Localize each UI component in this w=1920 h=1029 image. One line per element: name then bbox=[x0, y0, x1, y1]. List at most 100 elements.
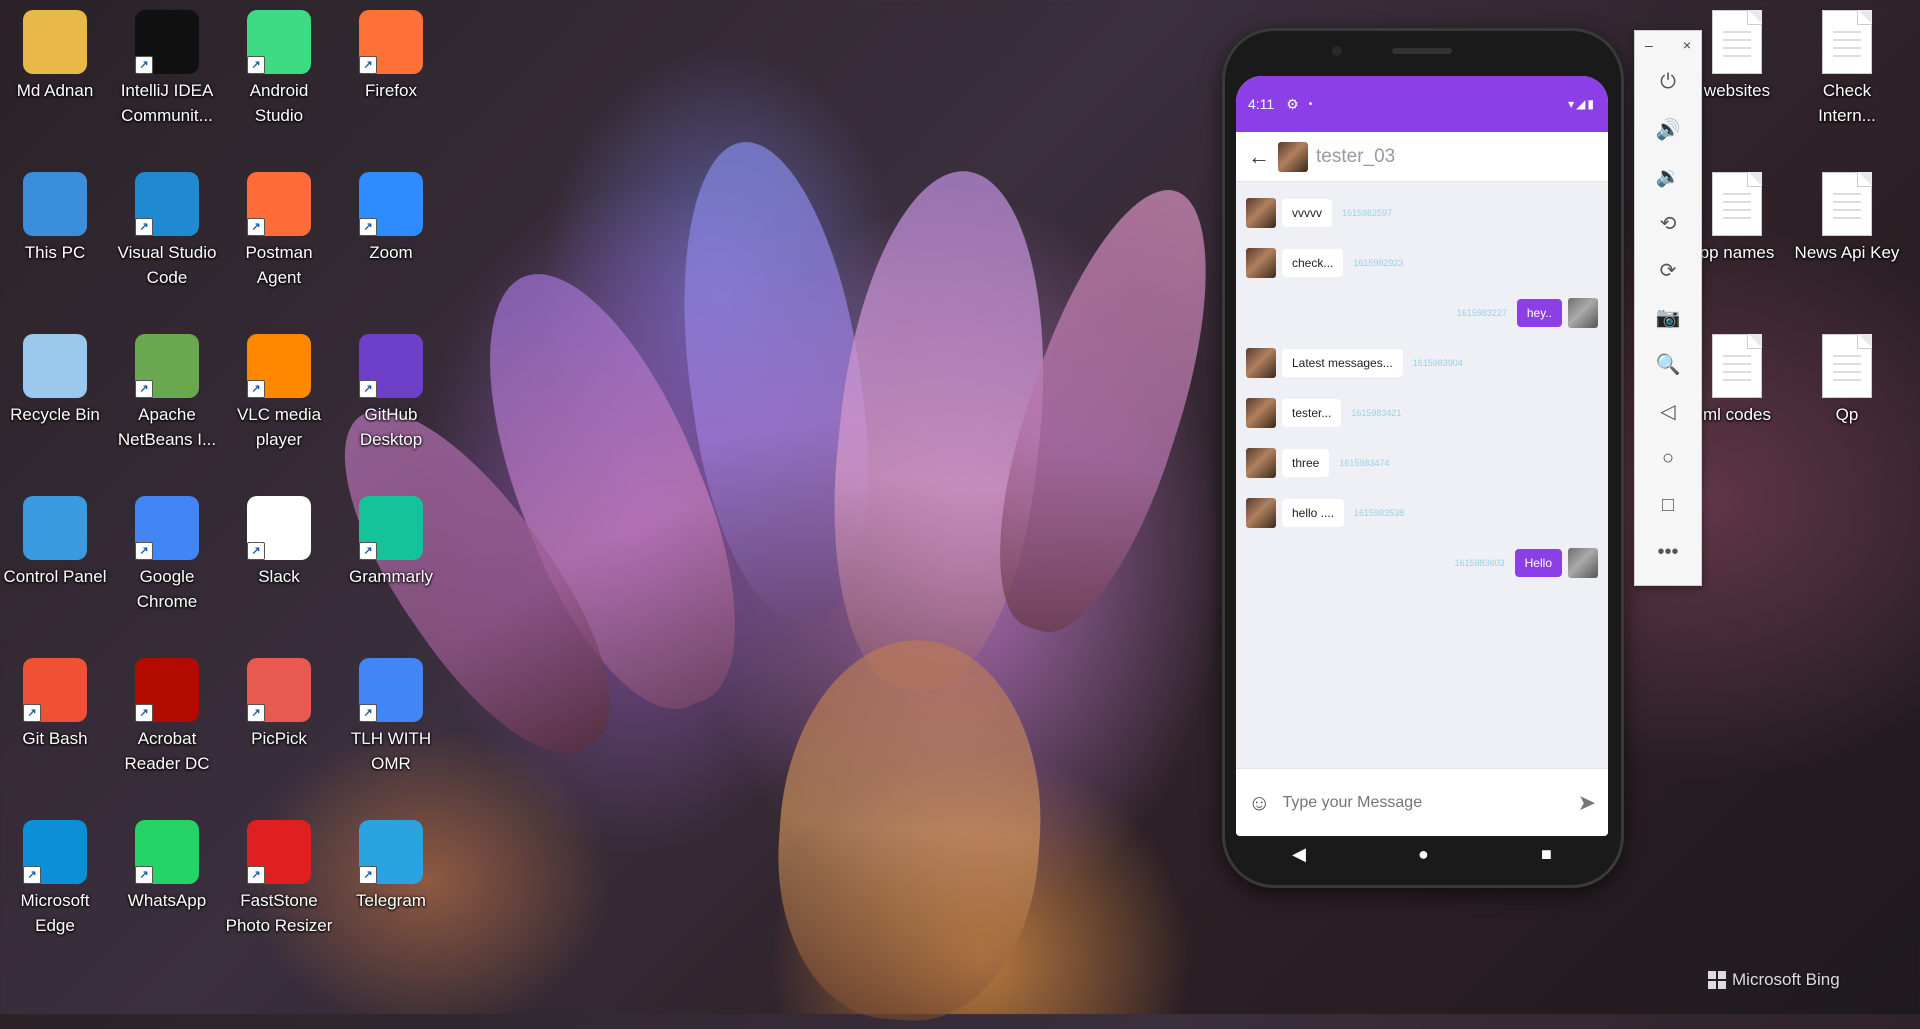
message-timestamp: 1615982597 bbox=[1342, 208, 1393, 218]
desktop-icon[interactable]: ↗ FastStone Photo Resizer bbox=[224, 810, 334, 938]
desktop-icon[interactable]: ↗ VLC media player bbox=[224, 324, 334, 452]
message-composer: ☺ ➤ bbox=[1236, 768, 1608, 836]
incoming-message[interactable]: Latest messages... 1615983904 bbox=[1236, 338, 1608, 388]
desktop-icon[interactable]: ↗ Git Bash bbox=[0, 648, 110, 751]
desktop-icon[interactable]: ↗ TLH WITH OMR bbox=[336, 648, 446, 776]
desktop-document-label: Check Intern... bbox=[1818, 81, 1876, 125]
desktop-document-label: News Api Key bbox=[1794, 243, 1900, 262]
shortcut-arrow-icon: ↗ bbox=[247, 866, 265, 884]
message-avatar bbox=[1246, 398, 1276, 428]
desktop-icon[interactable]: ↗ Slack bbox=[224, 486, 334, 589]
message-timestamp: 1615983474 bbox=[1339, 458, 1390, 468]
shortcut-arrow-icon: ↗ bbox=[247, 542, 265, 560]
desktop-icon[interactable]: This PC bbox=[0, 162, 110, 265]
message-list[interactable]: vvvvv 1615982597 check... 1615982923 1615983… bbox=[1236, 182, 1608, 768]
back-button[interactable]: ◁ bbox=[1635, 388, 1701, 435]
desktop-document[interactable]: Check Intern... bbox=[1792, 0, 1902, 128]
message-timestamp: 1615982923 bbox=[1353, 258, 1404, 268]
desktop-icon[interactable]: ↗ Grammarly bbox=[336, 486, 446, 589]
volume-up-button[interactable]: 🔊 bbox=[1635, 106, 1701, 153]
notification-dot-icon: • bbox=[1308, 98, 1313, 110]
incoming-message[interactable]: three 1615983474 bbox=[1236, 438, 1608, 488]
vscode-icon: ↗ bbox=[135, 172, 199, 236]
emoji-icon[interactable]: ☺ bbox=[1248, 790, 1270, 816]
nav-back-button[interactable]: ◀ bbox=[1292, 844, 1306, 865]
desktop-icon[interactable]: ↗ Google Chrome bbox=[112, 486, 222, 614]
desktop-icon[interactable]: ↗ GitHub Desktop bbox=[336, 324, 446, 452]
android-emulator-device: 4:11 ⚙ • ▾◢▮ ← tester_03 vvvvv 1615982597… bbox=[1222, 28, 1624, 888]
outgoing-message[interactable]: 1615983227 hey.. bbox=[1236, 288, 1608, 338]
overview-button[interactable]: □ bbox=[1635, 482, 1701, 529]
desktop-icon-label: Telegram bbox=[356, 891, 426, 910]
desktop-icon-label: PicPick bbox=[251, 729, 307, 748]
home-button[interactable]: ○ bbox=[1635, 435, 1701, 482]
nav-home-button[interactable]: ● bbox=[1418, 844, 1429, 865]
desktop-icon[interactable]: ↗ WhatsApp bbox=[112, 810, 222, 913]
message-timestamp: 1615983421 bbox=[1351, 408, 1402, 418]
volume-down-button[interactable]: 🔉 bbox=[1635, 153, 1701, 200]
incoming-message[interactable]: tester... 1615983421 bbox=[1236, 388, 1608, 438]
message-bubble: hello .... bbox=[1282, 499, 1345, 527]
desktop-icon[interactable]: ↗ Postman Agent bbox=[224, 162, 334, 290]
zoom-button[interactable]: 🔍 bbox=[1635, 341, 1701, 388]
message-input[interactable] bbox=[1280, 792, 1578, 813]
desktop-icon-label: This PC bbox=[24, 243, 86, 262]
desktop-document-label: Qp bbox=[1835, 405, 1859, 424]
desktop-icon[interactable]: Md Adnan bbox=[0, 0, 110, 103]
desktop-icon[interactable]: ↗ Android Studio bbox=[224, 0, 334, 128]
desktop-icon[interactable]: ↗ Visual Studio Code bbox=[112, 162, 222, 290]
message-avatar bbox=[1246, 348, 1276, 378]
android-studio-icon: ↗ bbox=[247, 10, 311, 74]
close-button[interactable]: × bbox=[1683, 37, 1691, 53]
desktop-icon-label: Microsoft Edge bbox=[20, 891, 90, 935]
desktop-icon-label: Control Panel bbox=[3, 567, 107, 586]
message-timestamp: 1615983538 bbox=[1354, 508, 1405, 518]
minimize-button[interactable]: – bbox=[1645, 37, 1653, 53]
contact-avatar[interactable] bbox=[1278, 141, 1308, 172]
shortcut-arrow-icon: ↗ bbox=[135, 542, 153, 560]
desktop-document[interactable]: News Api Key bbox=[1792, 162, 1902, 265]
desktop-icon-label: Google Chrome bbox=[136, 567, 198, 611]
desktop-icon-label: Grammarly bbox=[348, 567, 434, 586]
shortcut-arrow-icon: ↗ bbox=[247, 218, 265, 236]
desktop-icon[interactable]: ↗ Acrobat Reader DC bbox=[112, 648, 222, 776]
nav-recents-button[interactable]: ■ bbox=[1541, 844, 1552, 865]
desktop-icon[interactable]: ↗ Microsoft Edge bbox=[0, 810, 110, 938]
message-avatar bbox=[1246, 498, 1276, 528]
phone-screen[interactable]: 4:11 ⚙ • ▾◢▮ ← tester_03 vvvvv 1615982597… bbox=[1236, 76, 1608, 836]
computer-icon bbox=[23, 172, 87, 236]
desktop-icon[interactable]: ↗ Zoom bbox=[336, 162, 446, 265]
rotate-right-button[interactable]: ⟳ bbox=[1635, 247, 1701, 294]
shortcut-arrow-icon: ↗ bbox=[135, 380, 153, 398]
desktop-icon[interactable]: ↗ Firefox bbox=[336, 0, 446, 103]
shortcut-arrow-icon: ↗ bbox=[247, 380, 265, 398]
back-arrow-icon[interactable]: ← bbox=[1248, 144, 1278, 170]
incoming-message[interactable]: hello .... 1615983538 bbox=[1236, 488, 1608, 538]
desktop-icon[interactable]: ↗ Telegram bbox=[336, 810, 446, 913]
desktop-icon[interactable]: ↗ IntelliJ IDEA Communit... bbox=[112, 0, 222, 128]
incoming-message[interactable]: vvvvv 1615982597 bbox=[1236, 188, 1608, 238]
desktop-icon[interactable]: Recycle Bin bbox=[0, 324, 110, 427]
desktop-icon[interactable]: ↗ Apache NetBeans I... bbox=[112, 324, 222, 452]
chat-title: tester_03 bbox=[1316, 145, 1396, 167]
incoming-message[interactable]: check... 1615982923 bbox=[1236, 238, 1608, 288]
send-icon[interactable]: ➤ bbox=[1578, 790, 1596, 816]
document-icon bbox=[1712, 10, 1762, 74]
desktop-icon[interactable]: ↗ PicPick bbox=[224, 648, 334, 751]
screenshot-button[interactable]: 📷 bbox=[1635, 294, 1701, 341]
message-avatar bbox=[1568, 298, 1598, 328]
microsoft-logo-icon bbox=[1708, 971, 1726, 989]
outgoing-message[interactable]: 1615983603 Hello bbox=[1236, 538, 1608, 588]
message-avatar bbox=[1246, 448, 1276, 478]
power-button[interactable]: ⏻ bbox=[1635, 59, 1701, 106]
shortcut-arrow-icon: ↗ bbox=[135, 218, 153, 236]
message-bubble: Hello bbox=[1514, 549, 1562, 577]
desktop-icon-label: Zoom bbox=[369, 243, 413, 262]
more-button[interactable]: ••• bbox=[1635, 529, 1701, 576]
github-icon: ↗ bbox=[359, 334, 423, 398]
desktop-icon[interactable]: Control Panel bbox=[0, 486, 110, 589]
desktop-icon-label: Firefox bbox=[365, 81, 417, 100]
desktop-document[interactable]: Qp bbox=[1792, 324, 1902, 427]
firefox-icon: ↗ bbox=[359, 10, 423, 74]
rotate-left-button[interactable]: ⟲ bbox=[1635, 200, 1701, 247]
